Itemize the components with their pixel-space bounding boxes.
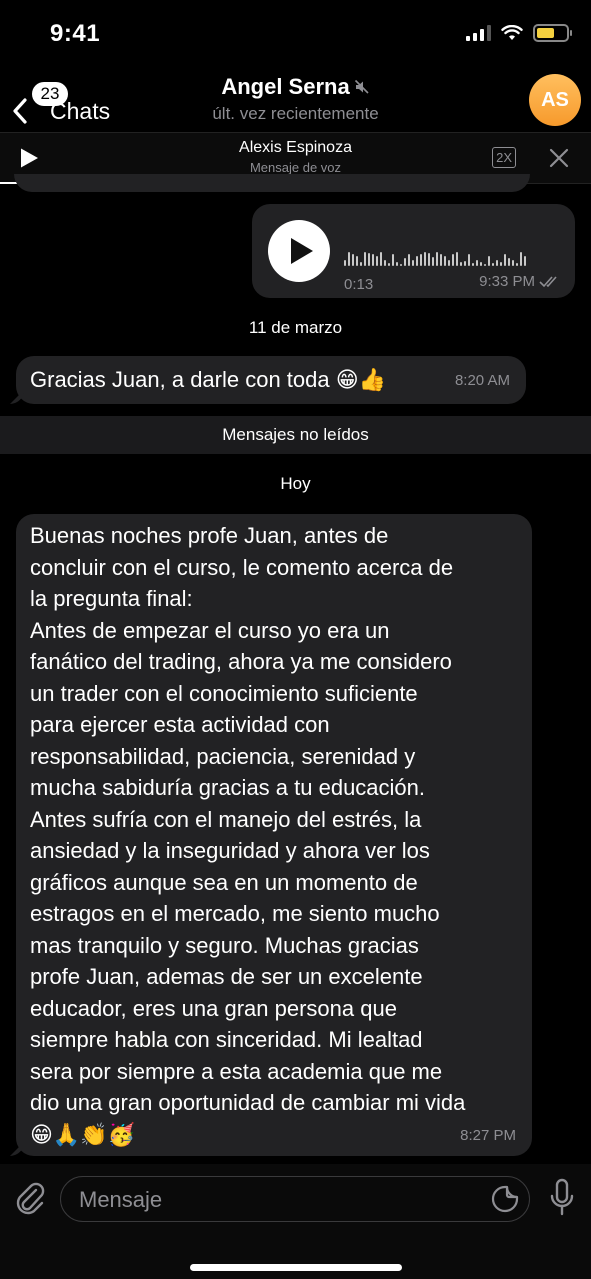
previous-message-bubble	[14, 174, 530, 192]
chat-title-area[interactable]: Angel Serna últ. vez recientemente	[0, 74, 591, 124]
double-check-icon	[539, 275, 557, 287]
date-separator: Hoy	[280, 474, 311, 493]
message-emoji: 😁🙏👏🥳	[30, 1122, 136, 1148]
wifi-icon	[501, 25, 523, 40]
paperclip-icon[interactable]	[14, 1180, 46, 1216]
message-bubble[interactable]: Buenas noches profe Juan, antes de concl…	[16, 514, 532, 1156]
voice-message-bubble[interactable]: 0:13 9:33 PM	[252, 204, 575, 298]
status-bar: 9:41	[0, 0, 591, 66]
message-emoji: 😁👍	[335, 368, 387, 393]
voice-play-button[interactable]	[268, 220, 330, 282]
date-separator: 11 de marzo	[248, 318, 343, 337]
avatar[interactable]: AS	[529, 74, 581, 126]
message-time: 9:33 PM	[479, 273, 561, 290]
status-time: 9:41	[50, 20, 101, 47]
unread-count-badge: 23	[32, 82, 68, 106]
close-icon[interactable]	[549, 148, 569, 168]
battery-icon	[533, 24, 572, 42]
playback-speed-button[interactable]: 2X	[492, 147, 516, 168]
microphone-icon[interactable]	[549, 1178, 575, 1218]
message-bubble[interactable]: Gracias Juan, a darle con toda 😁👍 8:20 A…	[16, 356, 526, 404]
play-icon	[290, 238, 313, 264]
mute-icon	[354, 79, 369, 94]
cellular-signal-icon	[466, 25, 491, 41]
message-list[interactable]: 0:13 9:33 PM 11 de marzo Gracias Juan, a…	[0, 174, 591, 1164]
message-input-placeholder: Mensaje	[79, 1187, 163, 1212]
input-bar: Mensaje	[0, 1164, 591, 1279]
message-text: Buenas noches profe Juan, antes de concl…	[30, 523, 466, 1148]
chat-header: 23 Chats Angel Serna últ. vez recienteme…	[0, 66, 591, 132]
chat-title: Angel Serna	[221, 74, 350, 99]
waveform[interactable]	[344, 248, 526, 266]
message-time: 8:27 PM	[460, 1127, 516, 1144]
message-input[interactable]: Mensaje	[60, 1176, 530, 1222]
home-indicator	[190, 1264, 402, 1271]
voice-duration: 0:13	[344, 276, 374, 293]
message-text: Gracias Juan, a darle con toda 😁👍	[30, 367, 387, 393]
sticker-icon[interactable]	[491, 1185, 519, 1213]
status-icons	[466, 24, 572, 42]
voice-message-time: 9:33 PM	[479, 273, 535, 290]
message-time: 8:20 AM	[454, 372, 510, 389]
unread-messages-divider: Mensajes no leídos	[0, 416, 591, 454]
chat-last-seen: últ. vez recientemente	[212, 104, 379, 123]
